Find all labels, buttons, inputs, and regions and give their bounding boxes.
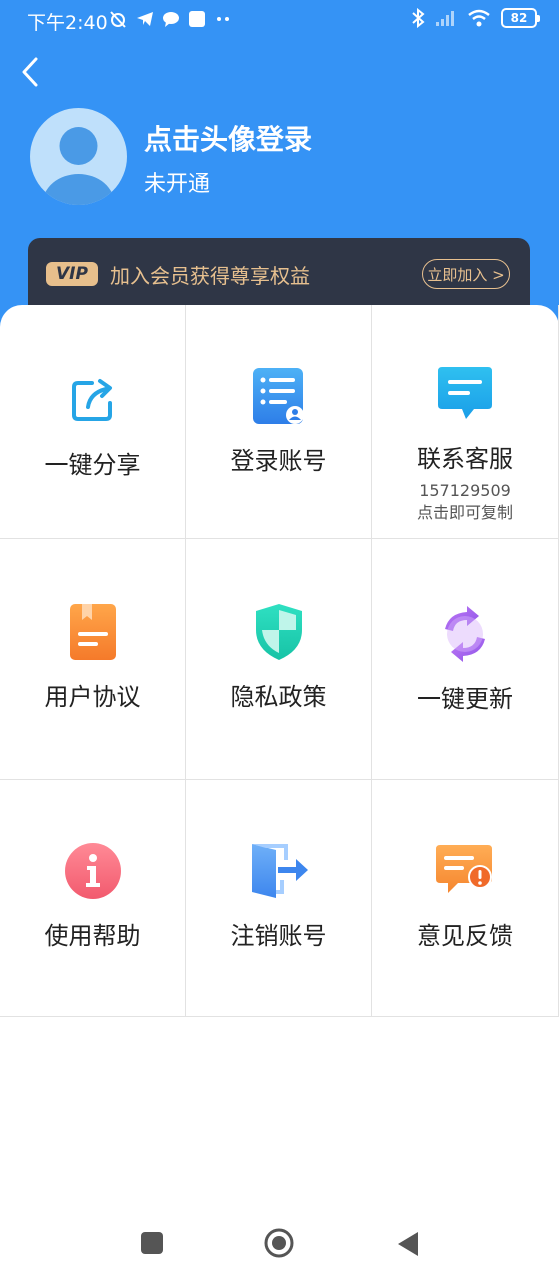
vip-promo-text: 加入会员获得尊享权益: [110, 264, 310, 288]
home-button[interactable]: [264, 1228, 294, 1258]
menu-item-label: 隐私政策: [230, 683, 327, 711]
battery-indicator: 82: [501, 8, 540, 28]
chevron-left-icon: [22, 57, 38, 87]
menu-item-label: 使用帮助: [44, 922, 141, 950]
telegram-icon: [137, 12, 153, 26]
menu-item-customer-service[interactable]: 联系客服 157129509 点击即可复制: [372, 305, 559, 539]
customer-service-icon: [434, 363, 496, 425]
logout-door-icon: [248, 840, 310, 902]
vip-badge: VIP: [46, 262, 98, 286]
membership-status: 未开通: [144, 172, 211, 197]
vip-banner[interactable]: VIP 加入会员获得尊享权益 立即加入 >: [28, 238, 530, 310]
avatar[interactable]: [30, 108, 127, 205]
account-login-icon: [248, 365, 310, 427]
menu-item-help[interactable]: 使用帮助: [0, 780, 186, 1017]
menu-item-cancel-account[interactable]: 注销账号: [186, 780, 372, 1017]
more-dots-icon: [217, 17, 229, 21]
status-time: 下午2:40: [27, 12, 108, 34]
chat-bubble-icon: [163, 12, 179, 27]
login-prompt-title[interactable]: 点击头像登录: [144, 118, 312, 158]
recent-apps-button[interactable]: [141, 1232, 163, 1254]
menu-item-update[interactable]: 一键更新: [372, 539, 559, 780]
privacy-shield-icon: [248, 601, 310, 663]
default-avatar-icon: [42, 127, 115, 205]
menu-item-login-account[interactable]: 登录账号: [186, 305, 372, 539]
system-navigation-bar: [0, 1210, 559, 1280]
menu-item-label: 注销账号: [230, 922, 327, 950]
square-notification-icon: [189, 11, 205, 27]
signal-icon: [436, 11, 454, 26]
alarm-off-icon: [110, 11, 126, 28]
menu-item-label: 一键更新: [417, 685, 513, 713]
wifi-icon: [468, 9, 490, 27]
profile-header: 下午2:40 82 点击头像登录 未开通 VIP 加入会员获得尊享权益 立即加入…: [0, 0, 559, 330]
menu-item-user-agreement[interactable]: 用户协议: [0, 539, 186, 780]
menu-item-feedback[interactable]: 意见反馈: [372, 780, 559, 1017]
help-info-icon: [62, 840, 124, 902]
menu-item-share[interactable]: 一键分享: [0, 305, 186, 539]
status-system-icons: 82: [411, 8, 540, 28]
status-bar: 下午2:40 82: [0, 0, 559, 40]
user-agreement-icon: [62, 601, 124, 663]
bluetooth-icon: [412, 8, 425, 28]
copy-hint: 点击即可复制: [416, 503, 513, 522]
menu-item-label: 用户协议: [44, 683, 141, 711]
menu-panel: 一键分享 登录账号 联系客服 157129509 点击即可复制 用户协议 隐私政…: [0, 305, 559, 1280]
menu-item-label: 意见反馈: [417, 922, 513, 950]
update-icon: [434, 603, 496, 665]
service-phone-number[interactable]: 157129509: [419, 480, 511, 502]
menu-item-label: 登录账号: [230, 447, 327, 475]
menu-item-privacy-policy[interactable]: 隐私政策: [186, 539, 372, 780]
share-icon: [62, 369, 124, 431]
status-notification-icons: [108, 9, 232, 29]
back-button[interactable]: [12, 54, 48, 90]
menu-item-label: 一键分享: [44, 451, 141, 479]
feedback-icon: [434, 840, 496, 902]
menu-item-label: 联系客服: [417, 445, 513, 473]
vip-join-button[interactable]: 立即加入 >: [422, 259, 510, 289]
back-nav-button[interactable]: [396, 1230, 420, 1258]
